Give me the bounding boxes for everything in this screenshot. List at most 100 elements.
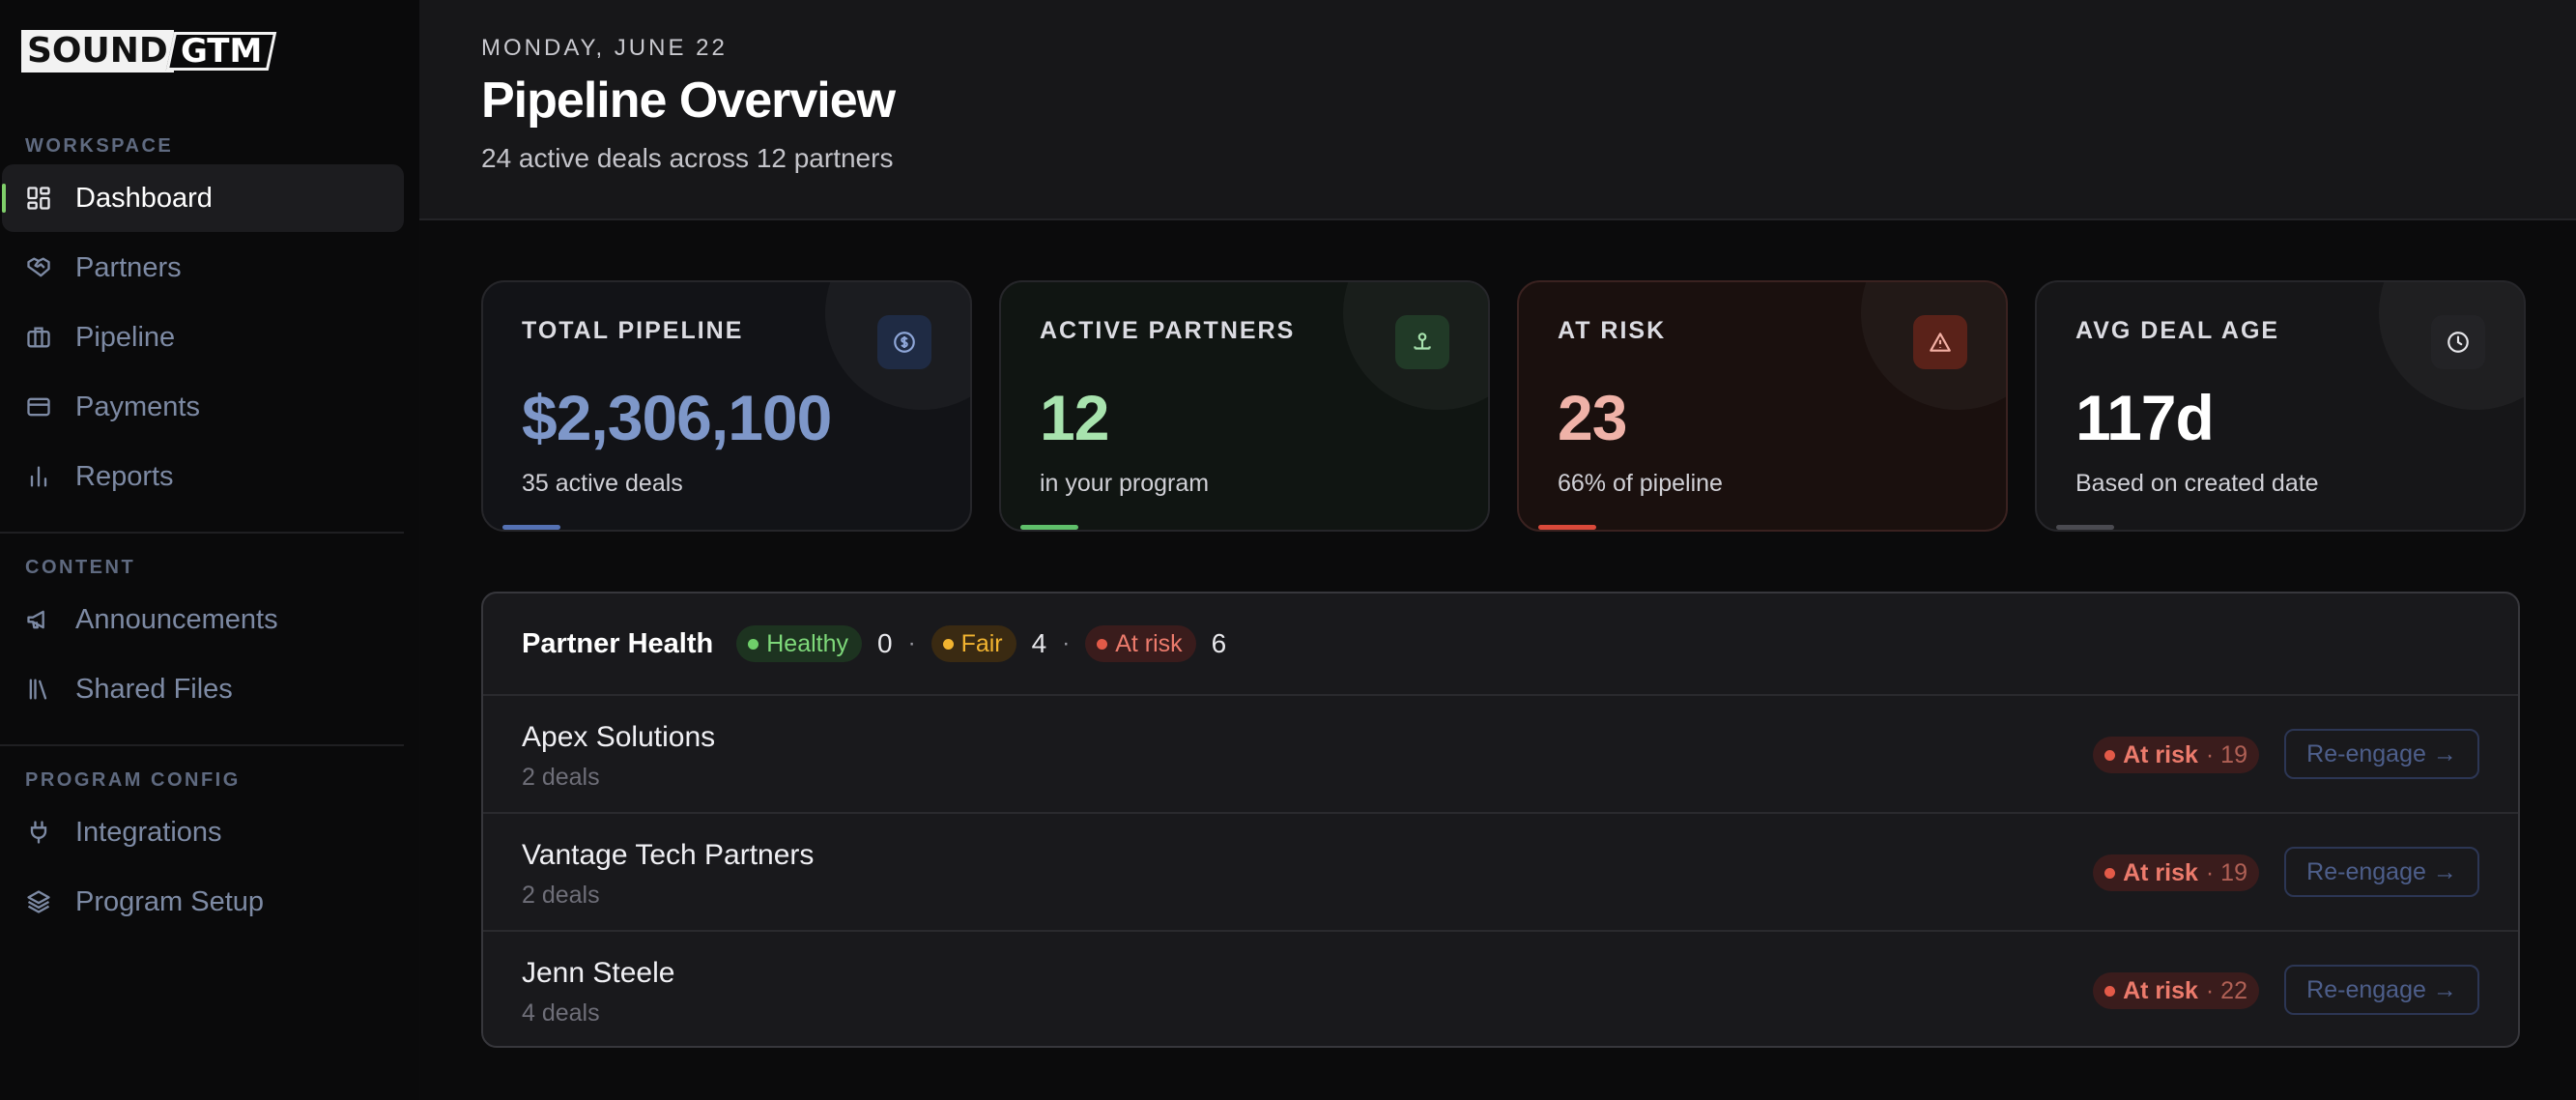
- kpi-card-at-risk[interactable]: AT RISK 23 66% of pipeline: [1517, 280, 2008, 532]
- credit-card-icon: [25, 393, 52, 420]
- partner-deals: 4 deals: [522, 999, 600, 1027]
- page-subtitle: 24 active deals across 12 partners: [481, 143, 894, 173]
- brand-logo[interactable]: SOUND GTM: [21, 29, 277, 73]
- dollar-icon: [877, 315, 931, 369]
- clock-icon: [2431, 315, 2485, 369]
- status-dot: [748, 638, 759, 650]
- kpi-label: ACTIVE PARTNERS: [1040, 317, 1296, 344]
- separator: ·: [1062, 630, 1071, 656]
- fair-count: 4: [1031, 628, 1047, 658]
- partner-row[interactable]: Jenn Steele 4 deals At risk · 22 Re-enga…: [483, 932, 2518, 1046]
- megaphone-icon: [25, 606, 52, 633]
- fair-pill[interactable]: Fair: [930, 625, 1016, 662]
- kpi-sub: Based on created date: [2075, 470, 2319, 497]
- sidebar-item-label: Payments: [75, 391, 200, 422]
- sidebar-item-partners[interactable]: Partners: [2, 234, 404, 302]
- current-date: MONDAY, JUNE 22: [481, 35, 728, 61]
- partner-row[interactable]: Vantage Tech Partners 2 deals At risk · …: [483, 814, 2518, 932]
- sidebar-item-label: Program Setup: [75, 885, 265, 917]
- sidebar-item-label: Partners: [75, 251, 182, 283]
- warning-icon: [1913, 315, 1967, 369]
- separator: ·: [907, 630, 916, 656]
- kpi-accent-bar: [1538, 525, 1596, 530]
- risk-score: · 22: [2205, 976, 2247, 1004]
- re-engage-button[interactable]: Re-engage →: [2284, 729, 2479, 779]
- sidebar-item-label: Announcements: [75, 603, 278, 635]
- sidebar-item-shared-files[interactable]: Shared Files: [2, 655, 404, 723]
- partner-name: Apex Solutions: [522, 721, 716, 753]
- partner-row[interactable]: Apex Solutions 2 deals At risk · 19 Re-e…: [483, 696, 2518, 814]
- sidebar-item-dashboard[interactable]: Dashboard: [2, 164, 404, 232]
- re-engage-button[interactable]: Re-engage →: [2284, 847, 2479, 897]
- plug-icon: [25, 819, 52, 846]
- kpi-sub: 35 active deals: [522, 470, 683, 497]
- status-badge: At risk · 22: [2093, 972, 2259, 1009]
- at-risk-pill[interactable]: At risk: [1085, 625, 1196, 662]
- partner-deals: 2 deals: [522, 882, 600, 909]
- briefcase-icon: [25, 324, 52, 351]
- sidebar-item-label: Shared Files: [75, 673, 233, 705]
- sidebar-item-announcements[interactable]: Announcements: [2, 586, 404, 653]
- status-label: At risk: [2123, 858, 2198, 886]
- kpi-value: 117d: [2075, 382, 2215, 453]
- kpi-label: AT RISK: [1558, 317, 1667, 344]
- sidebar-item-program-setup[interactable]: Program Setup: [2, 868, 404, 936]
- panel-title: Partner Health: [522, 627, 714, 659]
- page-header: MONDAY, JUNE 22 Pipeline Overview 24 act…: [419, 0, 2576, 220]
- sidebar: SOUND GTM WORKSPACE Dashboard Partners P…: [0, 0, 419, 1100]
- kpi-accent-bar: [502, 525, 560, 530]
- library-icon: [25, 676, 52, 703]
- kpi-sub: in your program: [1040, 470, 1210, 497]
- sidebar-item-label: Integrations: [75, 816, 222, 848]
- at-risk-count: 6: [1211, 628, 1227, 658]
- sidebar-item-integrations[interactable]: Integrations: [2, 798, 404, 866]
- kpi-accent-bar: [2056, 525, 2114, 530]
- status-badge: At risk · 19: [2093, 737, 2259, 773]
- dashboard-icon: [25, 185, 52, 212]
- partner-health-panel: Partner Health Healthy 0 · Fair 4 · At r…: [481, 592, 2520, 1048]
- pill-label: At risk: [1115, 629, 1183, 657]
- bar-chart-icon: [25, 463, 52, 490]
- partner-health-header: Partner Health Healthy 0 · Fair 4 · At r…: [483, 593, 2518, 696]
- kpi-card-active-partners[interactable]: ACTIVE PARTNERS 12 in your program: [999, 280, 1490, 532]
- status-dot: [942, 638, 954, 650]
- kpi-label: TOTAL PIPELINE: [522, 317, 744, 344]
- kpi-accent-bar: [1020, 525, 1078, 530]
- section-label-program-config: PROGRAM CONFIG: [25, 769, 241, 791]
- healthy-pill[interactable]: Healthy: [736, 625, 862, 662]
- sidebar-divider: [0, 744, 404, 746]
- sidebar-item-label: Reports: [75, 460, 174, 492]
- layers-icon: [25, 888, 52, 915]
- page-title: Pipeline Overview: [481, 72, 896, 129]
- kpi-value: 12: [1040, 382, 1109, 453]
- status-dot: [1097, 638, 1108, 650]
- kpi-sub: 66% of pipeline: [1558, 470, 1723, 497]
- healthy-count: 0: [877, 628, 893, 658]
- partner-deals: 2 deals: [522, 764, 600, 791]
- brand-word-gtm: GTM: [165, 32, 277, 71]
- status-dot: [2104, 749, 2116, 761]
- partner-name: Jenn Steele: [522, 957, 675, 989]
- sidebar-item-pipeline[interactable]: Pipeline: [2, 304, 404, 371]
- risk-score: · 19: [2205, 858, 2247, 886]
- sidebar-item-payments[interactable]: Payments: [2, 373, 404, 441]
- kpi-value: 23: [1558, 382, 1627, 453]
- section-label-content: CONTENT: [25, 557, 136, 578]
- kpi-card-avg-deal-age[interactable]: AVG DEAL AGE 117d Based on created date: [2035, 280, 2526, 532]
- pill-label: Fair: [960, 629, 1003, 657]
- re-engage-button[interactable]: Re-engage →: [2284, 965, 2479, 1015]
- sidebar-divider: [0, 532, 404, 534]
- network-icon: [1395, 315, 1449, 369]
- sidebar-item-reports[interactable]: Reports: [2, 443, 404, 510]
- kpi-label: AVG DEAL AGE: [2075, 317, 2280, 344]
- kpi-card-total-pipeline[interactable]: TOTAL PIPELINE $2,306,100 35 active deal…: [481, 280, 972, 532]
- status-label: At risk: [2123, 740, 2198, 768]
- status-badge: At risk · 19: [2093, 854, 2259, 891]
- partner-name: Vantage Tech Partners: [522, 839, 815, 871]
- pill-label: Healthy: [766, 629, 848, 657]
- status-dot: [2104, 867, 2116, 879]
- section-label-workspace: WORKSPACE: [25, 135, 174, 157]
- status-label: At risk: [2123, 976, 2198, 1004]
- handshake-icon: [25, 254, 52, 281]
- risk-score: · 19: [2205, 740, 2247, 768]
